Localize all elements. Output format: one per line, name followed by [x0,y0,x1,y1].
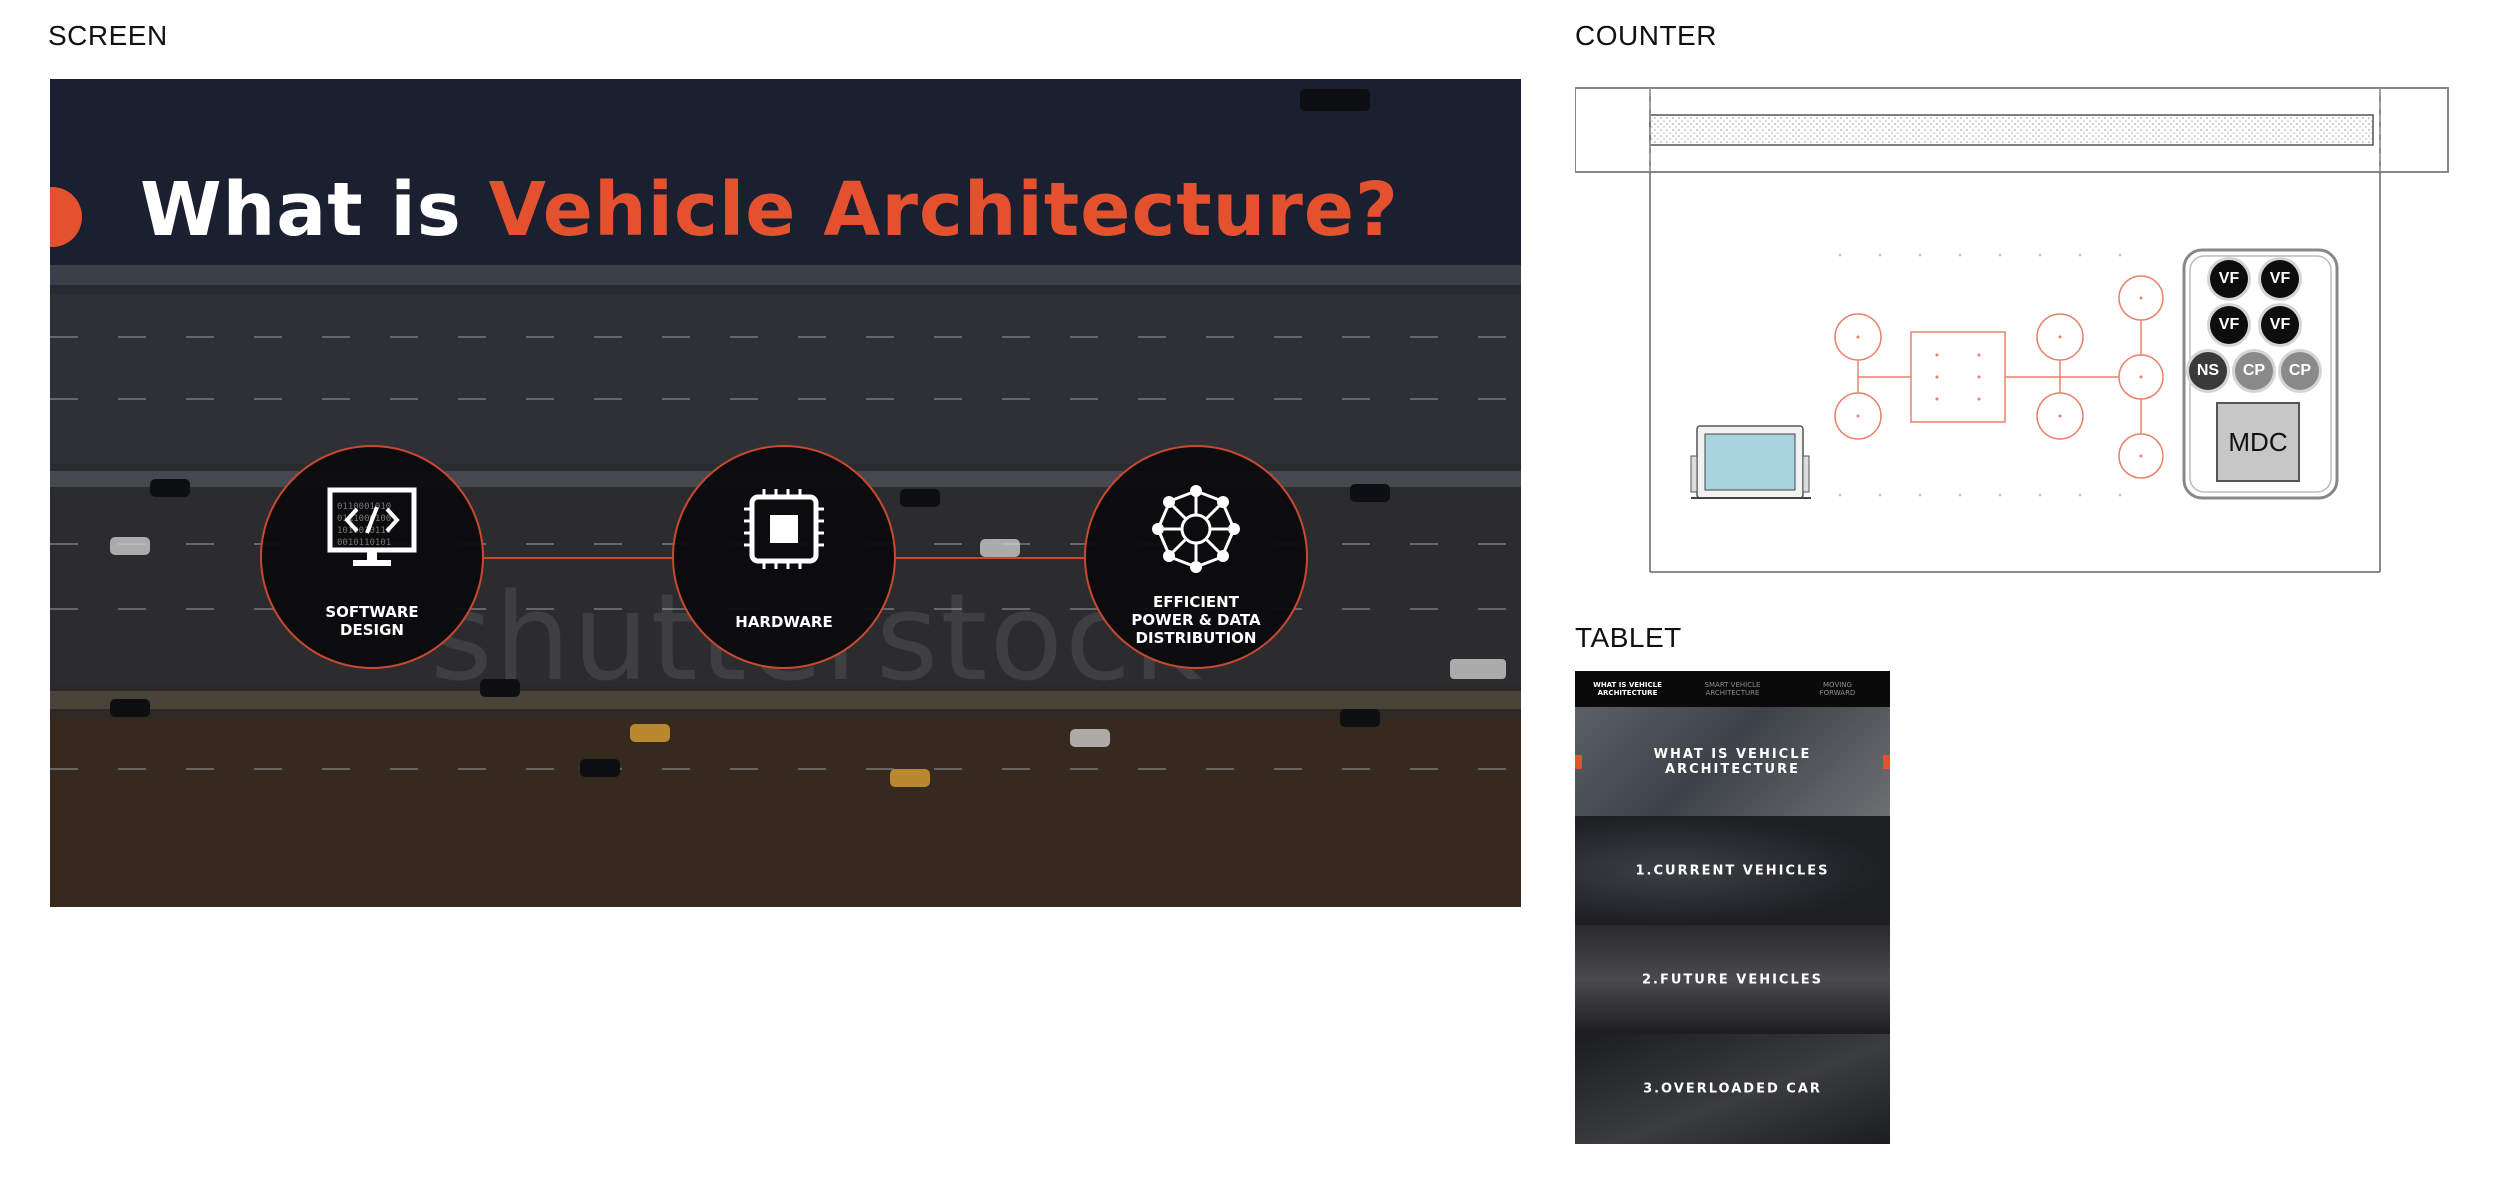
tablet-tile-label: WHAT IS VEHICLE ARCHITECTURE [1653,746,1812,777]
vf-button[interactable]: VF [2210,260,2248,298]
tablet-tile-label: 3.OVERLOADED CAR [1643,1081,1822,1097]
vf-button[interactable]: VF [2261,306,2299,344]
tablet-tile[interactable]: WHAT IS VEHICLE ARCHITECTURE [1575,707,1890,816]
feature-hardware[interactable]: HARDWARE [672,445,896,669]
counter-plan-drawing: VF VF VF VF NS CP CP MDC [1574,80,2450,580]
cp-button[interactable]: CP [2281,352,2319,390]
counter-section-label: COUNTER [1575,20,1717,51]
feature-connector [896,557,1086,559]
network-hub-icon [1150,483,1242,580]
tablet-nav-item[interactable]: WHAT IS VEHICLE ARCHITECTURE [1588,681,1668,697]
vf-button[interactable]: VF [2261,260,2299,298]
tablet-tile-label: 2.FUTURE VEHICLES [1642,972,1823,987]
code-monitor-icon: 0110001010 0111000100 1010010110 0010110… [327,487,417,576]
network-diagram-sketch [1834,275,2164,479]
tablet-tile[interactable]: 1.CURRENT VEHICLES [1575,816,1890,925]
feature-power-data-distribution[interactable]: EFFICIENT POWER & DATA DISTRIBUTION [1084,445,1308,669]
ns-button[interactable]: NS [2189,352,2227,390]
tablet-tile[interactable]: 3.OVERLOADED CAR [1575,1034,1890,1144]
feature-label: SOFTWARE DESIGN [325,603,419,639]
slide-title: What is Vehicle Architecture? [140,167,1399,253]
tablet-nav: WHAT IS VEHICLE ARCHITECTURE SMART VEHIC… [1575,671,1890,707]
tablet-nav-item[interactable]: SMART VEHICLE ARCHITECTURE [1693,681,1773,697]
feature-connector [484,557,674,559]
mdc-block[interactable]: MDC [2216,402,2300,482]
svg-text:0010110101: 0010110101 [337,538,391,548]
feature-software-design[interactable]: 0110001010 0111000100 1010010110 0010110… [260,445,484,669]
tablet-section-label: TABLET [1575,622,1682,653]
slide-title-accent: Vehicle Architecture? [488,167,1399,253]
feature-label: EFFICIENT POWER & DATA DISTRIBUTION [1131,593,1261,647]
cp-button[interactable]: CP [2235,352,2273,390]
svg-text:0110001010: 0110001010 [337,502,391,512]
slide-title-prefix: What is [140,167,489,253]
laptop-icon [1690,425,1811,499]
vf-button[interactable]: VF [2210,306,2248,344]
screen-mockup: shutterstock What is Vehicle Architectur… [50,79,1521,907]
feature-label: HARDWARE [735,613,833,631]
tablet-tile-label: 1.CURRENT VEHICLES [1635,863,1830,878]
screen-section-label: SCREEN [48,20,168,51]
tablet-mockup: WHAT IS VEHICLE ARCHITECTURE SMART VEHIC… [1575,671,1890,1144]
chip-icon [742,487,826,576]
svg-text:1010010110: 1010010110 [337,526,391,536]
tablet-tile[interactable]: 2.FUTURE VEHICLES [1575,925,1890,1034]
svg-text:0111000100: 0111000100 [337,514,391,524]
tablet-nav-item[interactable]: MOVING FORWARD [1798,681,1878,697]
